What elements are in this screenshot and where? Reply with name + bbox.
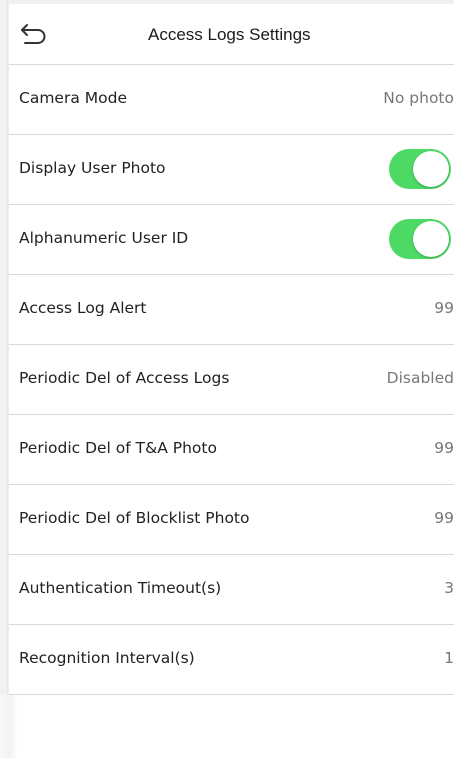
setting-value: 99	[434, 509, 454, 527]
display-user-photo-toggle[interactable]	[389, 149, 451, 189]
setting-label: Periodic Del of T&A Photo	[19, 439, 217, 457]
setting-row-periodic-del-blocklist-photo[interactable]: Periodic Del of Blocklist Photo 99	[9, 485, 454, 555]
toggle-knob	[413, 151, 449, 187]
setting-row-periodic-del-access-logs[interactable]: Periodic Del of Access Logs Disabled	[9, 345, 454, 415]
setting-value: 3	[444, 579, 454, 597]
left-edge-shadow	[0, 0, 9, 758]
setting-row-authentication-timeout[interactable]: Authentication Timeout(s) 3	[9, 555, 454, 625]
setting-row-periodic-del-ta-photo[interactable]: Periodic Del of T&A Photo 99	[9, 415, 454, 485]
left-edge-shadow-bottom	[0, 694, 18, 758]
setting-row-display-user-photo: Display User Photo	[9, 135, 454, 205]
setting-value: Disabled	[386, 369, 454, 387]
alphanumeric-user-id-toggle[interactable]	[389, 219, 451, 259]
toggle-knob	[413, 221, 449, 257]
page-title: Access Logs Settings	[148, 25, 311, 44]
settings-list: Camera Mode No photo Display User Photo …	[9, 65, 454, 695]
setting-value: 99	[434, 439, 454, 457]
setting-row-recognition-interval[interactable]: Recognition Interval(s) 1	[9, 625, 454, 695]
setting-label: Camera Mode	[19, 89, 127, 107]
setting-label: Recognition Interval(s)	[19, 649, 195, 667]
setting-value: 99	[434, 299, 454, 317]
setting-row-alphanumeric-user-id: Alphanumeric User ID	[9, 205, 454, 275]
access-logs-settings-screen: Access Logs Settings Camera Mode No phot…	[0, 0, 454, 758]
setting-label: Access Log Alert	[19, 299, 147, 317]
setting-value: No photo	[383, 89, 454, 107]
header-bar: Access Logs Settings	[9, 4, 454, 65]
setting-label: Periodic Del of Blocklist Photo	[19, 509, 250, 527]
setting-label: Alphanumeric User ID	[19, 229, 189, 247]
setting-row-camera-mode[interactable]: Camera Mode No photo	[9, 65, 454, 135]
setting-row-access-log-alert[interactable]: Access Log Alert 99	[9, 275, 454, 345]
setting-value: 1	[444, 649, 454, 667]
back-arrow-icon[interactable]	[19, 19, 49, 49]
setting-label: Periodic Del of Access Logs	[19, 369, 230, 387]
setting-label: Authentication Timeout(s)	[19, 579, 222, 597]
setting-label: Display User Photo	[19, 159, 166, 177]
